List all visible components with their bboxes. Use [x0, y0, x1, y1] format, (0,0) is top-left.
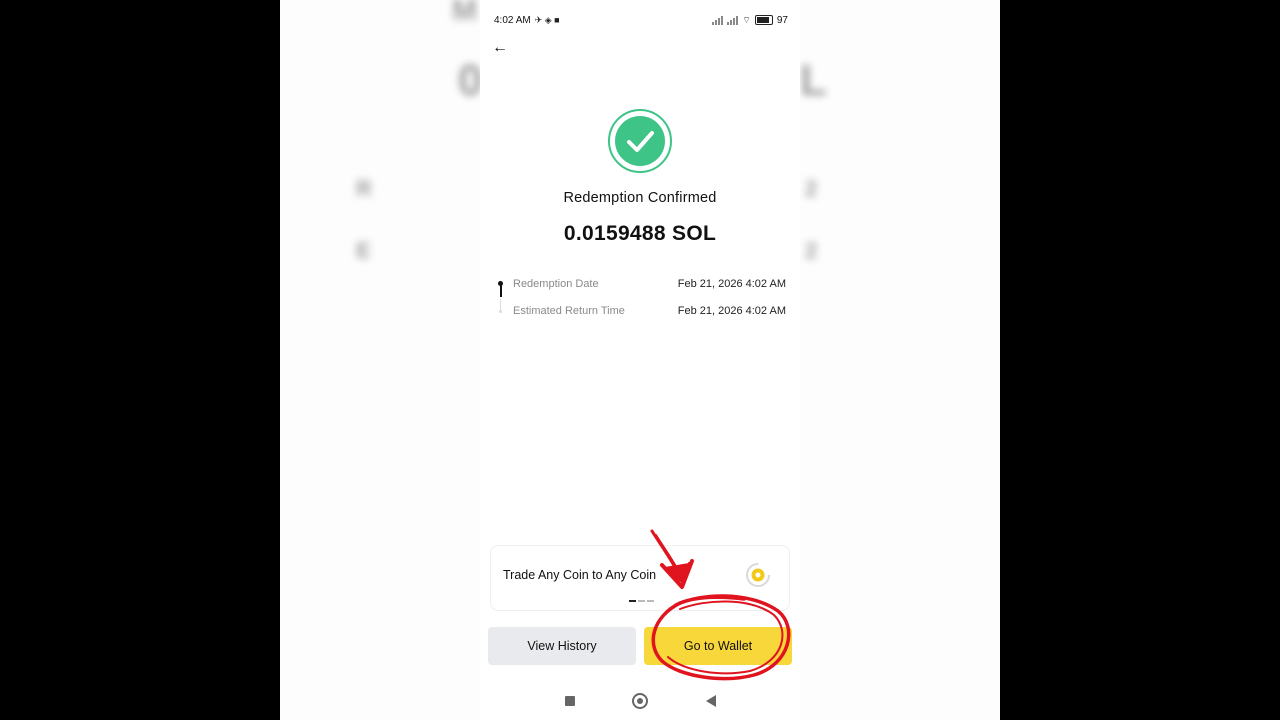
back-nav-icon[interactable] — [706, 695, 716, 707]
page-title: Redemption Confirmed — [563, 190, 717, 206]
blurred-fragment: 0 — [458, 56, 483, 105]
timeline-label: Redemption Date — [513, 278, 599, 290]
square-nav-icon[interactable] — [565, 696, 575, 706]
signal-icon — [727, 15, 739, 25]
coin-icon — [745, 562, 771, 588]
timeline: Redemption Date Feb 21, 2026 4:02 AM Est… — [494, 276, 786, 326]
timeline-label: Estimated Return Time — [513, 305, 625, 317]
arrow-left-icon[interactable]: ← — [490, 38, 510, 58]
battery-level: 97 — [776, 14, 788, 26]
timeline-row: Estimated Return Time Feb 21, 2026 4:02 … — [494, 303, 786, 319]
notification-icon: ✈ ◈ ■ — [534, 14, 560, 25]
blurred-fragment: L — [800, 56, 827, 105]
blurred-fragment: M — [452, 0, 477, 27]
timeline-value: Feb 21, 2026 4:02 AM — [677, 305, 786, 317]
battery-icon — [754, 15, 773, 25]
blurred-fragment: 2 — [805, 176, 818, 201]
wifi-icon: ⌔ — [742, 14, 751, 25]
status-bar: 4:02 AM ✈ ◈ ■ ⌔ 97 — [494, 10, 788, 30]
carousel-indicator — [629, 600, 654, 602]
phone-screen: 4:02 AM ✈ ◈ ■ ⌔ 97 ← Redemption Confirme… — [480, 0, 800, 720]
status-time: 4:02 AM — [494, 14, 531, 26]
promo-text: Trade Any Coin to Any Coin — [503, 568, 657, 582]
home-nav-icon[interactable] — [632, 693, 648, 709]
timeline-row: Redemption Date Feb 21, 2026 4:02 AM — [494, 276, 786, 292]
system-nav-bar — [480, 690, 800, 712]
signal-icon — [712, 15, 724, 25]
check-circle-icon — [607, 108, 673, 174]
timeline-value: Feb 21, 2026 4:02 AM — [677, 278, 786, 290]
blurred-fragment: R — [356, 176, 372, 201]
go-to-wallet-button[interactable]: Go to Wallet — [644, 627, 792, 665]
promo-banner[interactable]: Trade Any Coin to Any Coin — [490, 545, 790, 611]
blurred-fragment: 2 — [805, 238, 818, 263]
view-history-button[interactable]: View History — [488, 627, 636, 665]
blurred-fragment: E — [356, 238, 371, 263]
redemption-amount: 0.0159488 SOL — [563, 222, 717, 245]
